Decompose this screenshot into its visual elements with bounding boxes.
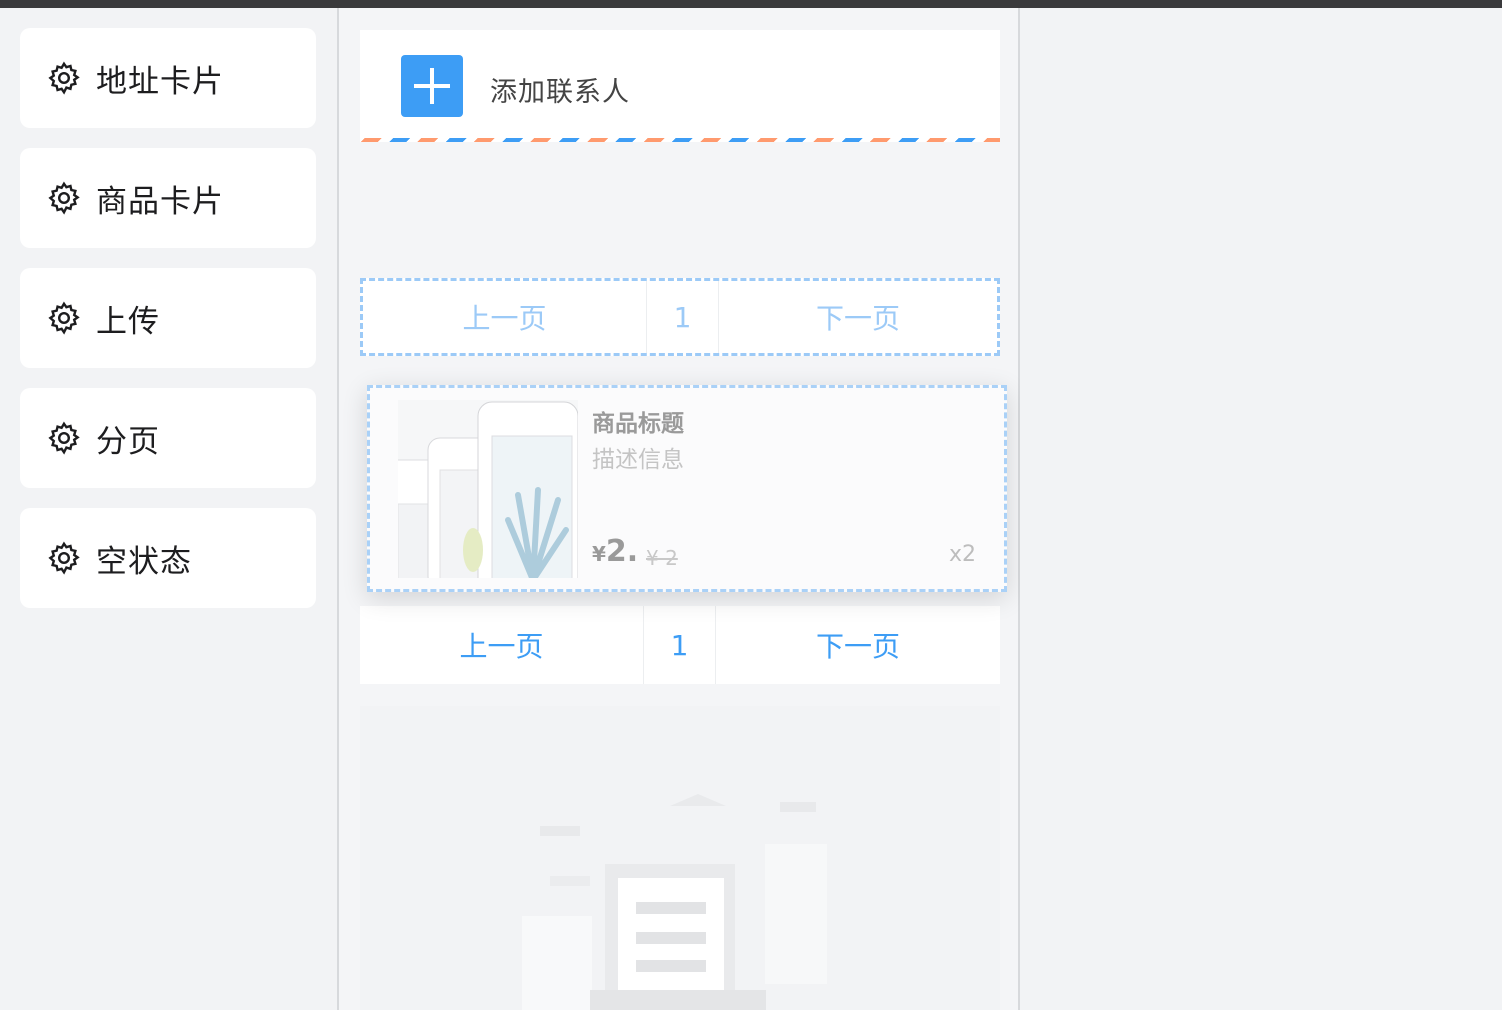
palette-item-label: 上传: [96, 303, 160, 340]
page-number: 1: [644, 606, 716, 684]
goods-origin-price: ¥ 2: [646, 546, 678, 570]
gear-icon: [48, 421, 80, 455]
properties-panel: [1020, 8, 1502, 1010]
palette-item-label: 分页: [96, 423, 160, 460]
palette-item-label: 空状态: [96, 543, 192, 580]
plus-icon[interactable]: [401, 55, 463, 117]
price-value: 2.: [605, 534, 639, 569]
palette-item-upload[interactable]: 上传: [20, 268, 316, 368]
gear-icon: [48, 61, 80, 95]
gear-icon: [48, 541, 80, 575]
page-number: 1: [647, 281, 719, 353]
gear-icon: [48, 301, 80, 335]
next-page-button[interactable]: 下一页: [716, 606, 1000, 684]
goods-quantity: x2: [948, 542, 976, 567]
empty-state: [360, 706, 1000, 1010]
preview-canvas: 添加联系人 上一页 1 下一页 上一页 1 下一页 商品标题 描述信息 ¥2. …: [337, 8, 1020, 1010]
next-page-button[interactable]: 下一页: [719, 281, 997, 353]
component-palette: 地址卡片 商品卡片 上传 分页 空状态: [20, 28, 316, 628]
goods-price: ¥2.: [592, 534, 638, 569]
palette-item-empty-state[interactable]: 空状态: [20, 508, 316, 608]
pager-drop-placeholder[interactable]: 上一页 1 下一页: [360, 278, 1000, 356]
palette-item-address-card[interactable]: 地址卡片: [20, 28, 316, 128]
add-contact-label: 添加联系人: [490, 77, 630, 108]
address-card[interactable]: 添加联系人: [360, 30, 1000, 142]
airmail-stripe: [360, 138, 1000, 142]
goods-card-dragging[interactable]: 商品标题 描述信息 ¥2. ¥ 2 x2: [367, 385, 1007, 592]
pagination: 上一页 1 下一页: [360, 606, 1000, 684]
prev-page-button[interactable]: 上一页: [360, 606, 644, 684]
prev-page-button[interactable]: 上一页: [363, 281, 647, 353]
goods-title: 商品标题: [592, 411, 684, 437]
product-thumbnail: [398, 400, 578, 578]
window-top-bar: [0, 0, 1502, 8]
currency-symbol: ¥: [592, 542, 606, 566]
palette-item-pagination[interactable]: 分页: [20, 388, 316, 488]
palette-item-goods-card[interactable]: 商品卡片: [20, 148, 316, 248]
empty-illustration: [522, 794, 827, 1010]
palette-item-label: 地址卡片: [96, 63, 224, 100]
palette-item-label: 商品卡片: [96, 183, 224, 220]
goods-desc: 描述信息: [592, 447, 684, 473]
gear-icon: [48, 181, 80, 215]
